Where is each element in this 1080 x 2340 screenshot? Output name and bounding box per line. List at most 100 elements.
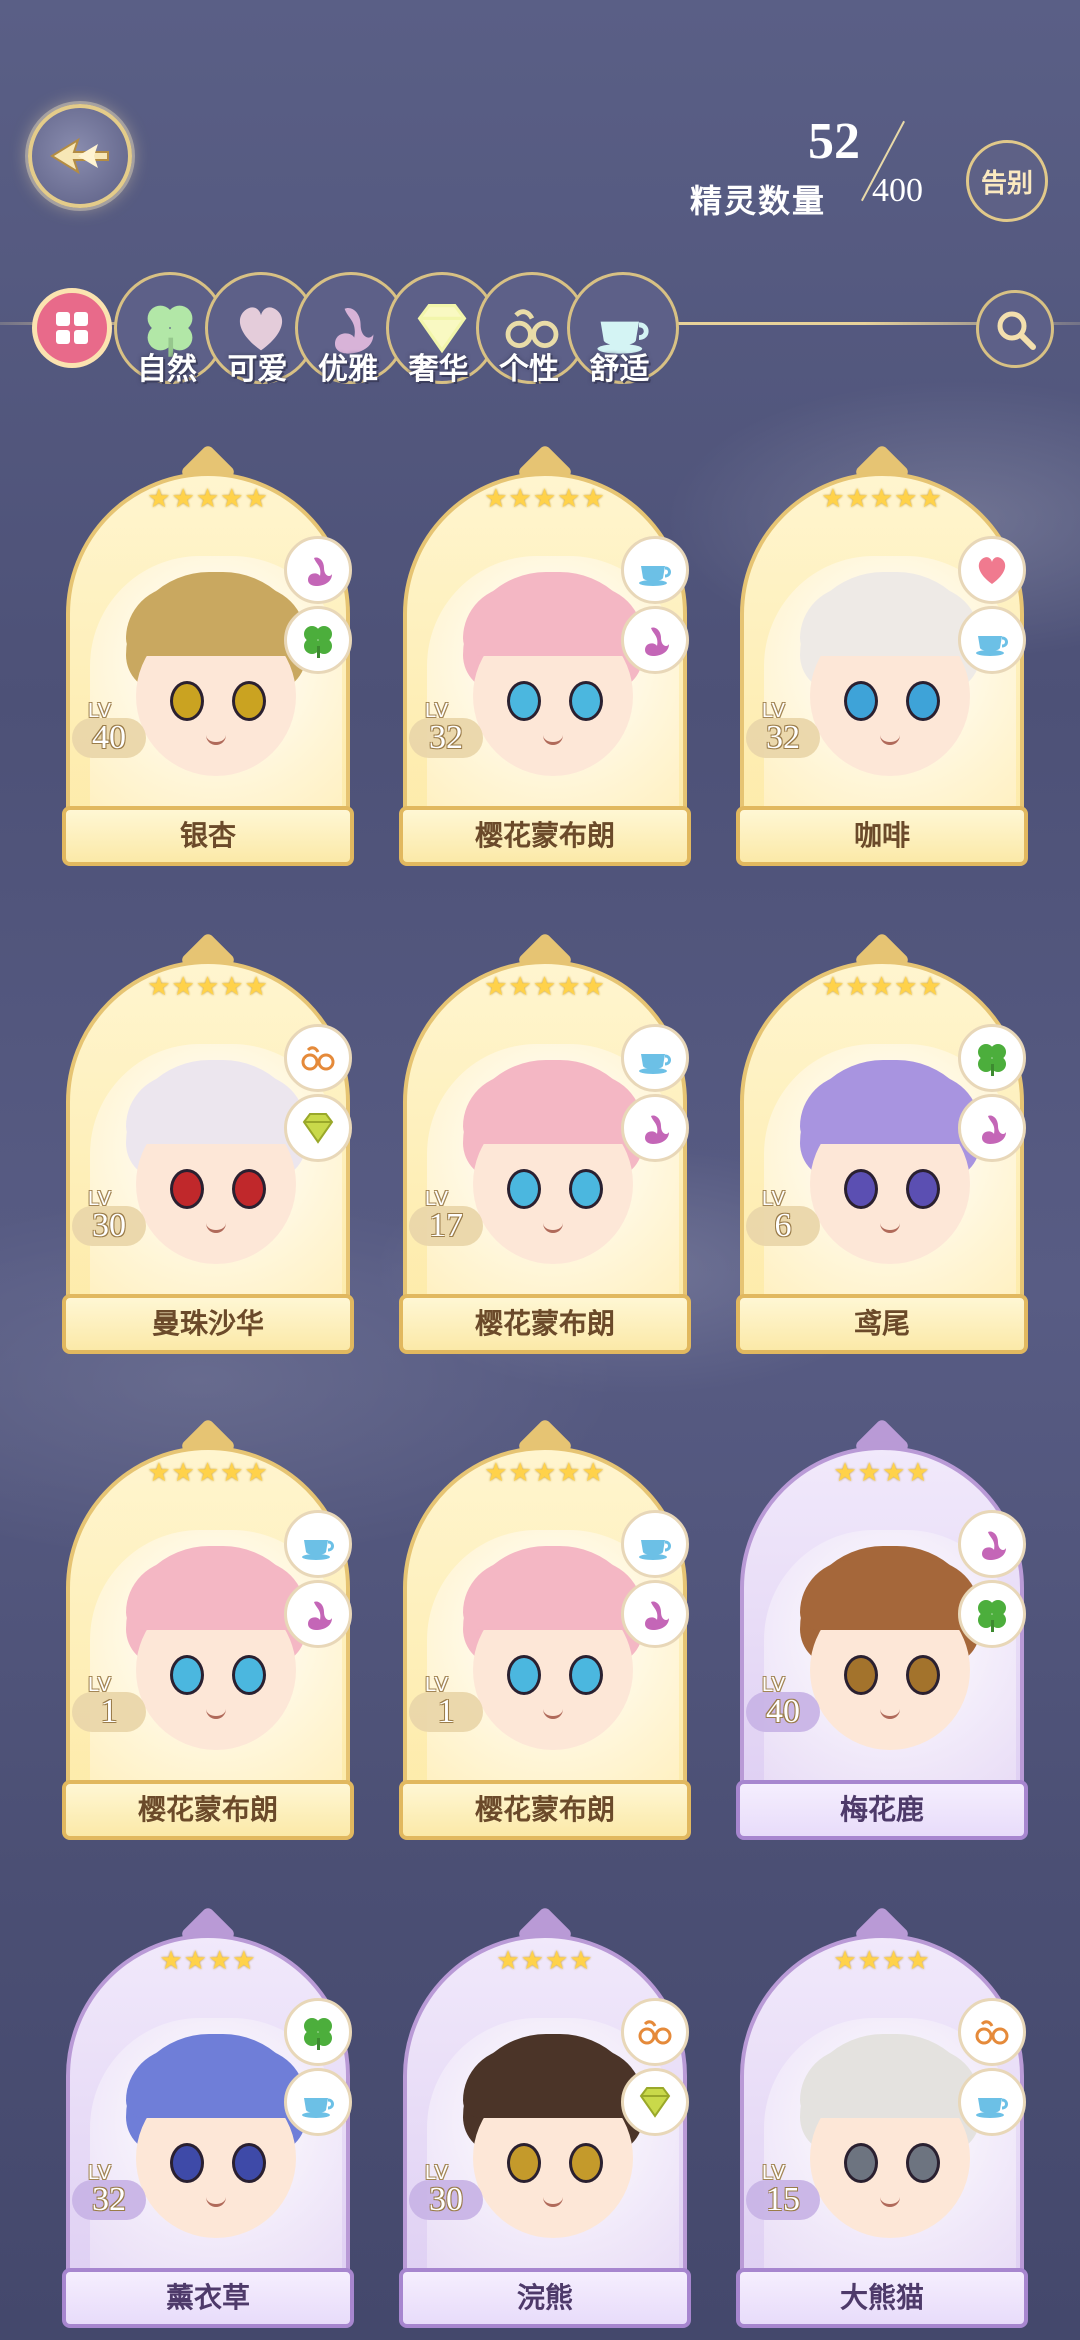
- search-button[interactable]: [976, 290, 1054, 368]
- level-value: 30: [72, 1206, 146, 1246]
- portrait-eye-left: [507, 1655, 541, 1695]
- level-badge: LV 32: [72, 2162, 146, 2232]
- trait-badge-1: [958, 1998, 1026, 2066]
- sprite-card[interactable]: ★★★★★ LV 17 樱花蒙布朗: [399, 920, 691, 1354]
- level-value: 15: [746, 2180, 820, 2220]
- portrait-bangs: [800, 1074, 980, 1144]
- portrait-eye-right: [232, 1169, 266, 1209]
- sprite-card[interactable]: ★★★★ LV 32 薰衣草: [62, 1894, 354, 2328]
- level-badge: LV 30: [409, 2162, 483, 2232]
- portrait-eye-left: [507, 2143, 541, 2183]
- swan-icon: [645, 1115, 669, 1144]
- sprite-count-current: 52: [808, 113, 860, 170]
- trait-badge-2: [284, 2068, 352, 2136]
- level-badge: LV 6: [746, 1188, 820, 1258]
- sprite-count-label: 精灵数量: [690, 182, 827, 220]
- rarity-stars: ★★★★: [496, 1946, 594, 1976]
- sprite-card[interactable]: ★★★★★ LV 40 银杏: [62, 432, 354, 866]
- teacup-icon: [639, 566, 671, 586]
- rarity-stars: ★★★★★: [147, 484, 269, 514]
- level-badge: LV 17: [409, 1188, 483, 1258]
- trait-badge-2: [958, 1580, 1026, 1648]
- level-value: 32: [72, 2180, 146, 2220]
- trait-badge-1: [958, 1510, 1026, 1578]
- teacup-icon: [302, 2098, 334, 2118]
- swan-icon: [308, 557, 332, 586]
- sprite-card[interactable]: ★★★★★ LV 1 樱花蒙布朗: [399, 1406, 691, 1840]
- trait-badge-1: [621, 1024, 689, 1092]
- clover-icon: [304, 2018, 332, 2050]
- trait-badge-1: [284, 536, 352, 604]
- rarity-stars: ★★★★: [833, 1946, 931, 1976]
- rarity-stars: ★★★★★: [484, 484, 606, 514]
- swan-icon: [645, 1601, 669, 1630]
- level-badge: LV 15: [746, 2162, 820, 2232]
- swan-icon: [982, 1531, 1006, 1560]
- sprite-card[interactable]: ★★★★ LV 15 大熊猫: [736, 1894, 1028, 2328]
- level-badge: LV 40: [72, 700, 146, 770]
- rarity-stars: ★★★★: [159, 1946, 257, 1976]
- teacup-icon: [976, 2098, 1008, 2118]
- rarity-stars: ★★★★★: [821, 972, 943, 1002]
- teacup-icon: [976, 636, 1008, 656]
- rarity-stars: ★★★★★: [147, 972, 269, 1002]
- back-button[interactable]: [28, 104, 132, 208]
- glasses-icon: [975, 2020, 1009, 2045]
- sprite-card[interactable]: ★★★★★ LV 1 樱花蒙布朗: [62, 1406, 354, 1840]
- sprite-card[interactable]: ★★★★★ LV 30 曼珠沙华: [62, 920, 354, 1354]
- trait-badge-2: [621, 606, 689, 674]
- sprite-card[interactable]: ★★★★★ LV 32 咖啡: [736, 432, 1028, 866]
- trait-badge-2: [284, 606, 352, 674]
- clover-icon: [304, 626, 332, 658]
- teacup-icon: [639, 1540, 671, 1560]
- rarity-stars: ★★★★★: [821, 484, 943, 514]
- sprite-name: 樱花蒙布朗: [399, 1294, 691, 1354]
- sprite-card[interactable]: ★★★★ LV 40 梅花鹿: [736, 1406, 1028, 1840]
- trait-badge-1: [621, 1998, 689, 2066]
- portrait-eye-right: [906, 2143, 940, 2183]
- trait-badge-2: [958, 2068, 1026, 2136]
- level-badge: LV 1: [72, 1674, 146, 1744]
- portrait-eye-right: [569, 1169, 603, 1209]
- sprite-name: 浣熊: [399, 2268, 691, 2328]
- portrait-bangs: [126, 2048, 306, 2118]
- portrait-bangs: [463, 586, 643, 656]
- level-badge: LV 30: [72, 1188, 146, 1258]
- level-value: 6: [746, 1206, 820, 1246]
- sprite-name: 曼珠沙华: [62, 1294, 354, 1354]
- farewell-button[interactable]: 告别: [966, 140, 1048, 222]
- portrait-eye-left: [844, 2143, 878, 2183]
- level-value: 32: [409, 718, 483, 758]
- sprite-name: 咖啡: [736, 806, 1028, 866]
- sprite-name: 薰衣草: [62, 2268, 354, 2328]
- clover-icon: [978, 1600, 1006, 1632]
- portrait-eye-left: [507, 1169, 541, 1209]
- diamond-icon: [639, 2087, 671, 2118]
- portrait-bangs: [463, 1560, 643, 1630]
- trait-badge-2: [958, 606, 1026, 674]
- trait-badge-2: [621, 1094, 689, 1162]
- trait-badge-2: [621, 2068, 689, 2136]
- rarity-stars: ★★★★★: [484, 972, 606, 1002]
- trait-badge-1: [958, 1024, 1026, 1092]
- sprite-card[interactable]: ★★★★★ LV 32 樱花蒙布朗: [399, 432, 691, 866]
- trait-badge-1: [284, 1024, 352, 1092]
- sprite-card[interactable]: ★★★★ LV 30 浣熊: [399, 1894, 691, 2328]
- sprite-name: 樱花蒙布朗: [399, 806, 691, 866]
- portrait-eye-right: [906, 681, 940, 721]
- level-value: 1: [409, 1692, 483, 1732]
- trait-badge-1: [621, 536, 689, 604]
- rarity-stars: ★★★★★: [147, 1458, 269, 1488]
- grid-icon: [56, 312, 88, 344]
- level-value: 40: [72, 718, 146, 758]
- sprite-count-total: 400: [872, 172, 923, 209]
- rarity-stars: ★★★★: [833, 1458, 931, 1488]
- sprite-card[interactable]: ★★★★★ LV 6 鸢尾: [736, 920, 1028, 1354]
- trait-badge-2: [958, 1094, 1026, 1162]
- trait-badge-2: [284, 1094, 352, 1162]
- swan-icon: [308, 1601, 332, 1630]
- sprite-name: 樱花蒙布朗: [62, 1780, 354, 1840]
- portrait-eye-right: [906, 1169, 940, 1209]
- trait-badge-1: [284, 1998, 352, 2066]
- swan-icon: [645, 627, 669, 656]
